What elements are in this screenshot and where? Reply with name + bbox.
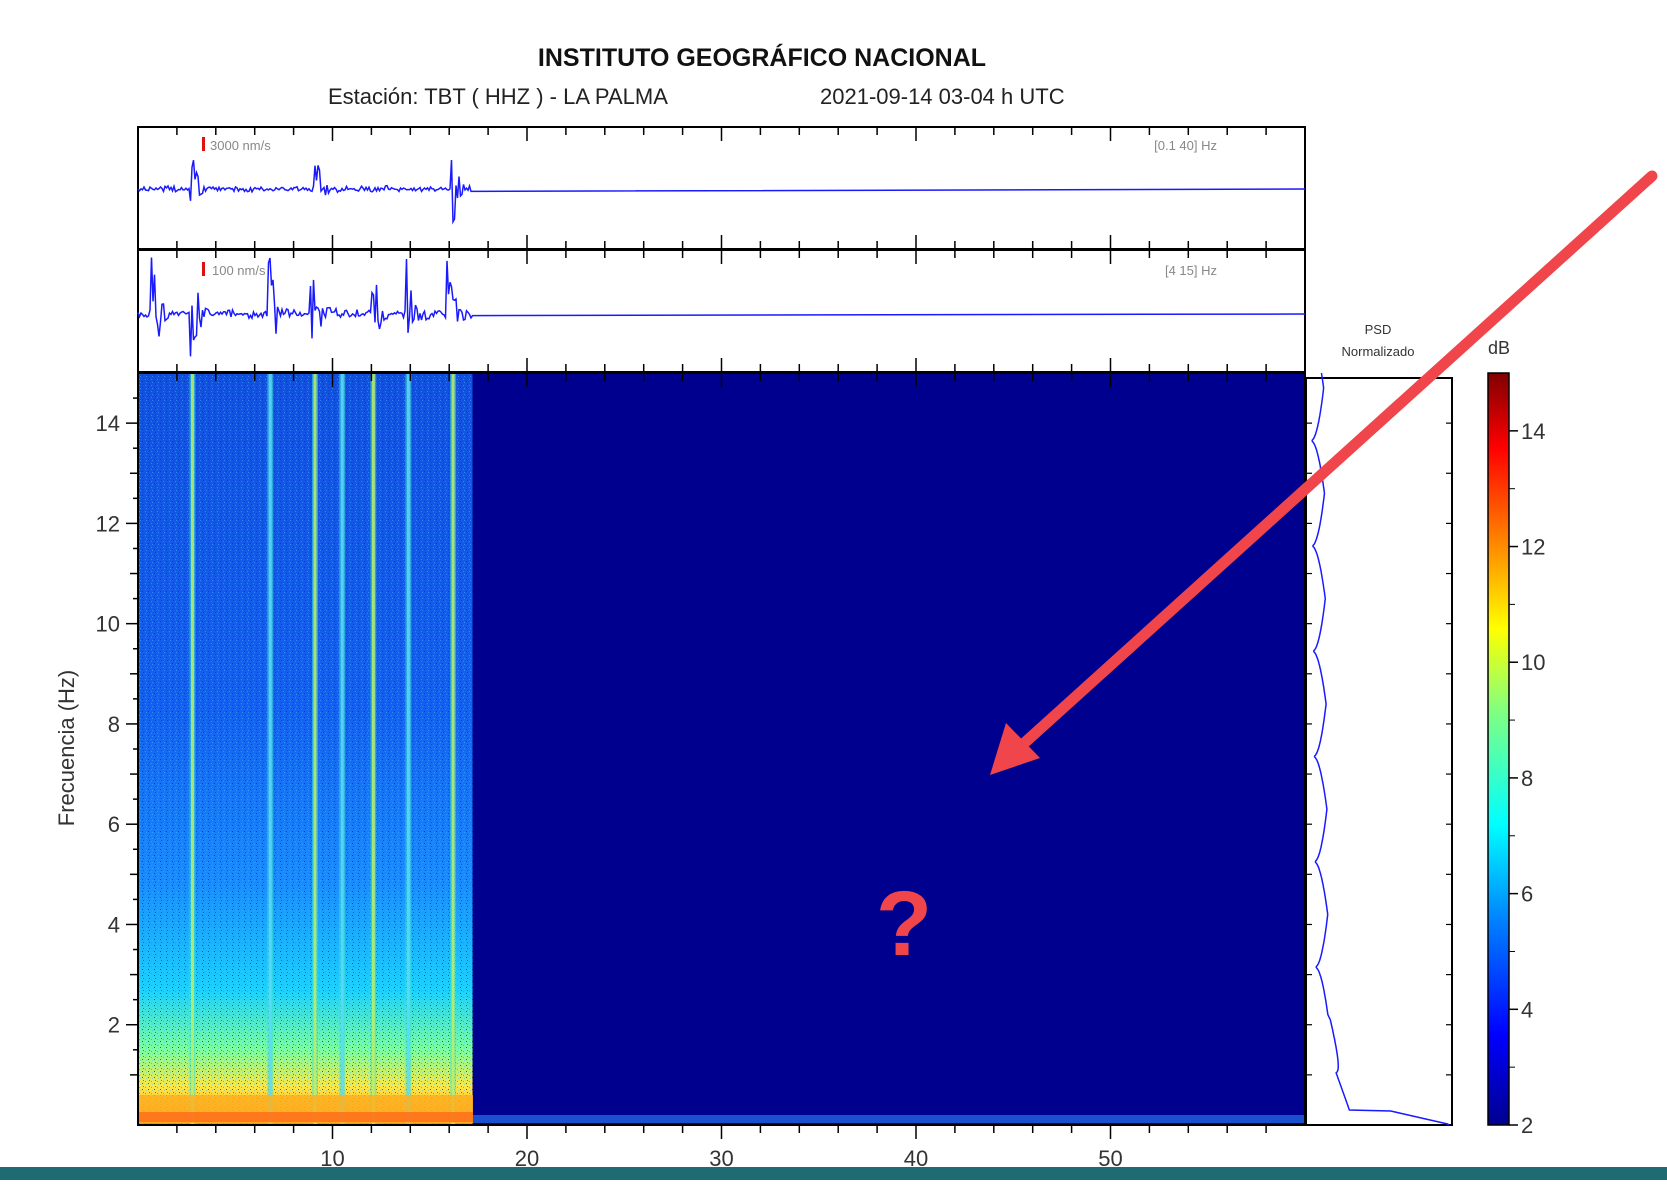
colorbar-tick-label: 6 — [1521, 882, 1533, 907]
colorbar-tick-label: 12 — [1521, 535, 1545, 560]
colorbar-tick-label: 14 — [1521, 419, 1545, 444]
frequency-tick-label: 6 — [108, 812, 120, 837]
colorbar-tick-label: 10 — [1521, 650, 1545, 675]
broadband-filter-label: [0.1 40] Hz — [1154, 138, 1217, 153]
spectrogram-line-core — [268, 373, 272, 1125]
spectrogram-line-core — [190, 373, 194, 1125]
figure-canvas: INSTITUTO GEOGRÁFICO NACIONAL Estación: … — [54, 43, 1658, 1171]
spectrogram-line-core — [371, 373, 375, 1125]
frequency-axis: 2 4 6 8 10 12 14 — [96, 397, 138, 1076]
question-mark: ? — [876, 873, 932, 975]
spectrogram-line-core — [340, 373, 344, 1125]
filtered-scale-marker — [202, 262, 205, 276]
colorbar: dB 2 4 6 8 10 12 14 — [1487, 338, 1545, 1138]
spectrogram-line-core — [313, 373, 317, 1125]
spectrogram-panel: 2468101214 10 20 30 40 50 Frecuencia (Hz) — [54, 372, 1306, 1171]
station-line: Estación: TBT ( HHZ ) - LA PALMA — [328, 84, 668, 109]
spectrogram-line-core — [451, 373, 455, 1125]
seismogram-filtered-panel: 100 nm/s [4 15] Hz — [137, 249, 1306, 373]
institution-title: INSTITUTO GEOGRÁFICO NACIONAL — [538, 43, 986, 72]
colorbar-tick-label: 2 — [1521, 1113, 1533, 1138]
spectrogram-figure: INSTITUTO GEOGRÁFICO NACIONAL Estación: … — [0, 0, 1667, 1180]
colorbar-tick-label: 8 — [1521, 766, 1533, 791]
psd-title: PSD — [1365, 322, 1392, 337]
colorbar-label: dB — [1488, 338, 1510, 358]
spectrogram-bottom-edge — [473, 1115, 1305, 1123]
frequency-tick-label: 12 — [96, 511, 120, 536]
filtered-scale-label: 100 nm/s — [212, 263, 266, 278]
frequency-tick-label: 4 — [108, 912, 120, 937]
frequency-tick-label: 8 — [108, 712, 120, 737]
date-line: 2021-09-14 03-04 h UTC — [820, 84, 1065, 109]
filtered-filter-label: [4 15] Hz — [1165, 263, 1217, 278]
frequency-tick-label: 2 — [108, 1013, 120, 1038]
psd-subtitle: Normalizado — [1342, 344, 1415, 359]
broadband-scale-label: 3000 nm/s — [210, 138, 271, 153]
colorbar-ticks: 2 4 6 8 10 12 14 — [1509, 419, 1545, 1138]
colorbar-tick-label: 4 — [1521, 997, 1533, 1022]
psd-panel: PSD Normalizado — [1305, 322, 1453, 1126]
seismogram-broadband-panel: 3000 nm/s [0.1 40] Hz — [137, 126, 1306, 250]
spectrogram-lowest-band — [138, 1112, 473, 1122]
frequency-axis-label: Frecuencia (Hz) — [54, 670, 79, 826]
spectrogram-noise-texture — [138, 373, 473, 1125]
frequency-tick-label: 14 — [96, 411, 120, 436]
bottom-strip — [0, 1167, 1667, 1180]
frequency-tick-label: 10 — [96, 612, 120, 637]
broadband-scale-marker — [202, 137, 205, 151]
spectrogram-line-core — [406, 373, 410, 1125]
